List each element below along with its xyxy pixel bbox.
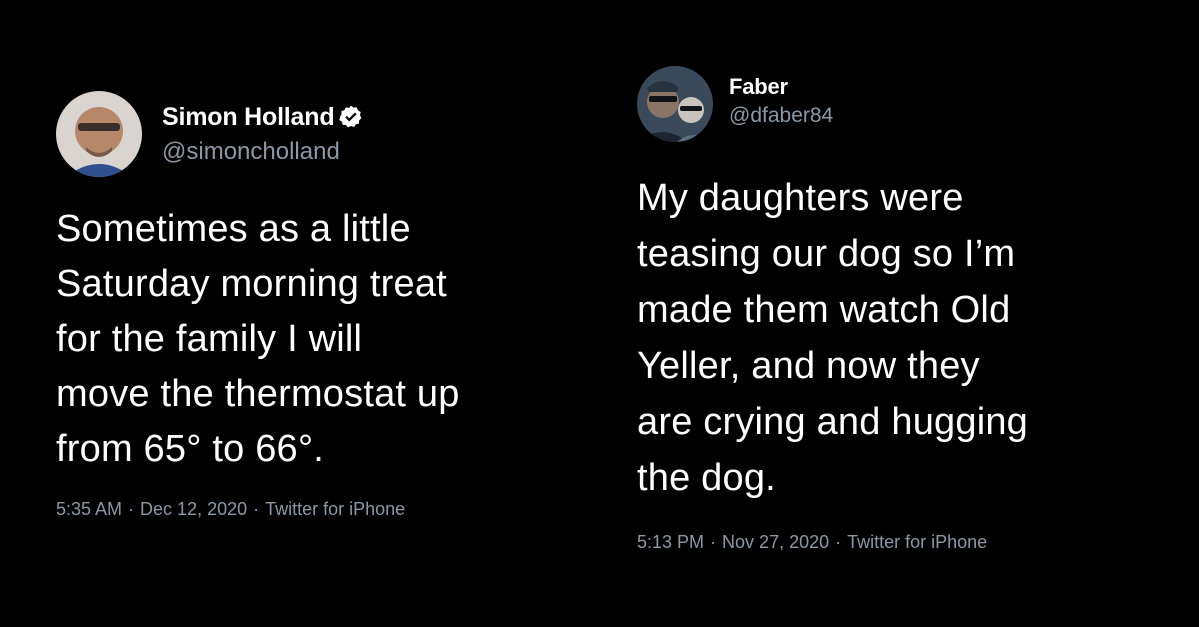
- avatar[interactable]: [637, 66, 713, 142]
- tweet-card-simon-holland: Simon Holland @simoncholland Sometimes a…: [56, 90, 596, 520]
- tweet-time[interactable]: 5:35 AM: [56, 499, 122, 520]
- display-name-row: Faber: [729, 74, 833, 100]
- tweet-header: Faber @dfaber84: [637, 64, 1177, 144]
- tweet-text: My daughters were teasing our dog so I’m…: [637, 177, 1029, 499]
- tweet-date[interactable]: Dec 12, 2020: [140, 499, 247, 520]
- author-names: Simon Holland @simoncholland: [162, 103, 364, 166]
- avatar[interactable]: [56, 91, 142, 177]
- verified-badge-icon: [338, 104, 364, 130]
- tweet-source[interactable]: Twitter for iPhone: [265, 499, 405, 520]
- display-name[interactable]: Simon Holland: [162, 103, 335, 132]
- tweet-meta: 5:35 AM · Dec 12, 2020 · Twitter for iPh…: [56, 499, 596, 520]
- avatar-photo-icon: [637, 66, 713, 142]
- tweet-meta: 5:13 PM · Nov 27, 2020 · Twitter for iPh…: [637, 532, 1177, 553]
- display-name-row: Simon Holland: [162, 103, 364, 132]
- tweet-source[interactable]: Twitter for iPhone: [847, 532, 987, 553]
- meta-separator: ·: [128, 499, 135, 519]
- meta-separator: ·: [253, 499, 260, 519]
- author-names: Faber @dfaber84: [729, 74, 833, 128]
- tweet-card-faber: Faber @dfaber84 My daughters were teasin…: [637, 64, 1177, 553]
- tweet-time[interactable]: 5:13 PM: [637, 532, 704, 553]
- display-name[interactable]: Faber: [729, 74, 788, 100]
- meta-separator: ·: [710, 532, 717, 552]
- tweet-header: Simon Holland @simoncholland: [56, 90, 596, 178]
- handle[interactable]: @dfaber84: [729, 104, 833, 128]
- tweet-date[interactable]: Nov 27, 2020: [722, 532, 829, 553]
- handle[interactable]: @simoncholland: [162, 138, 364, 166]
- tweet-text: Sometimes as a little Saturday morning t…: [56, 208, 460, 470]
- avatar-photo-icon: [56, 91, 142, 177]
- meta-separator: ·: [835, 532, 842, 552]
